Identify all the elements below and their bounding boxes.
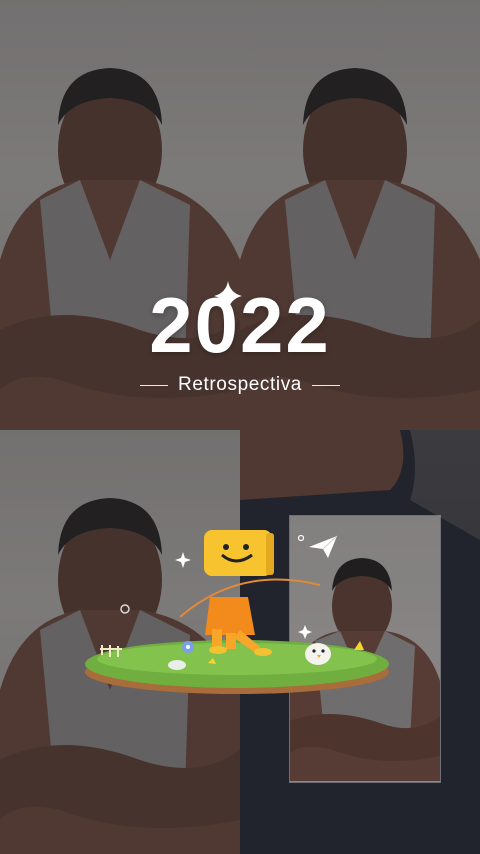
divider-left [140, 384, 169, 386]
subtitle-text: Retrospectiva [178, 374, 302, 395]
paper-plane-icon [309, 535, 338, 558]
divider-right [311, 384, 340, 386]
sparkle-icon [214, 281, 242, 311]
photo-collage: 2022 Retrospectiva [0, 0, 480, 854]
mascot-illustration [85, 530, 389, 694]
